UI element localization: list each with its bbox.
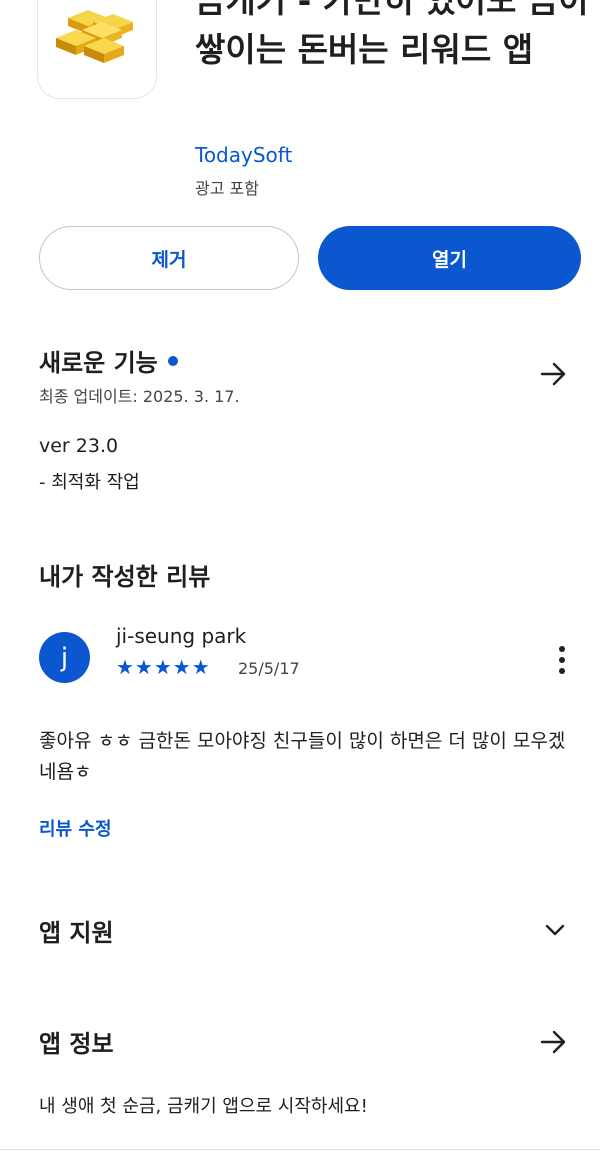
review-date: 25/5/17: [238, 659, 300, 678]
review-text: 좋아유 ㅎㅎ 금한돈 모아야징 친구들이 많이 하면은 더 많이 모우겠네욤ㅎ: [39, 730, 566, 783]
app-support-title[interactable]: 앱 지원: [39, 913, 114, 948]
whats-new-header[interactable]: 새로운 기능: [39, 343, 178, 378]
contains-ads-label: 광고 포함: [195, 179, 259, 198]
whats-new-title: 새로운 기능: [39, 349, 158, 377]
gold-bars-icon: [56, 10, 133, 63]
rating-stars: ★★★★★: [116, 655, 211, 679]
my-review-title: 내가 작성한 리뷰: [39, 563, 211, 591]
open-button[interactable]: 열기: [318, 226, 581, 290]
avatar: j: [39, 632, 90, 683]
chevron-down-icon[interactable]: [542, 920, 568, 940]
last-updated: 최종 업데이트: 2025. 3. 17.: [39, 387, 240, 406]
app-icon: [38, 0, 156, 98]
developer-link[interactable]: TodaySoft: [195, 143, 292, 167]
divider: [0, 1149, 600, 1150]
more-options-icon[interactable]: [548, 644, 576, 678]
reviewer-name: ji-seung park: [116, 624, 247, 648]
new-indicator-dot: [167, 356, 178, 366]
uninstall-button[interactable]: 제거: [39, 226, 299, 290]
arrow-right-icon[interactable]: [540, 1029, 568, 1055]
version-text: ver 23.0: [39, 435, 119, 457]
arrow-right-icon[interactable]: [540, 361, 568, 387]
app-title: 금캐기 - 가만히 있어도 금이 쌓이는 돈버는 리워드 앱: [195, 0, 589, 69]
release-notes: - 최적화 작업: [39, 472, 140, 493]
edit-review-link[interactable]: 리뷰 수정: [39, 815, 112, 841]
app-info-description: 내 생애 첫 순금, 금캐기 앱으로 시작하세요!: [39, 1096, 368, 1117]
app-info-title[interactable]: 앱 정보: [39, 1024, 114, 1059]
